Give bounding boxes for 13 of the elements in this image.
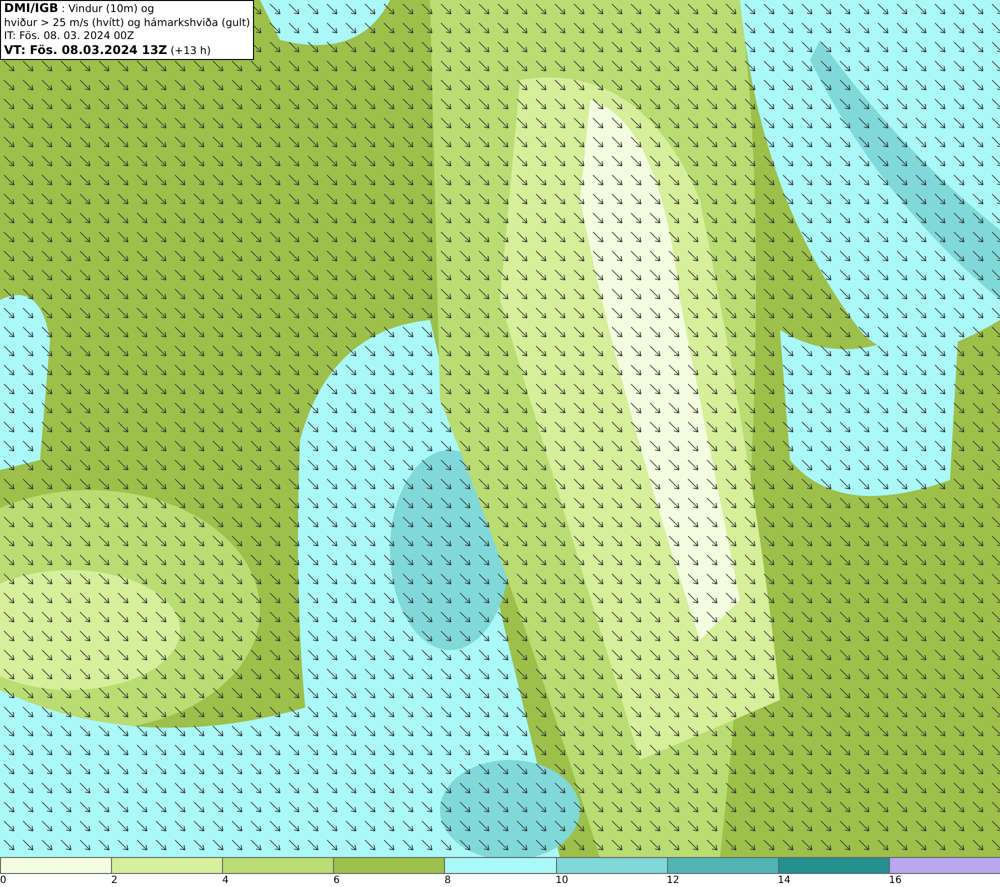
legend-tick-label: 10 [556, 875, 568, 886]
legend-tick-label: 12 [666, 875, 680, 886]
caption-line: DMI/IGB : Vindur (10m) og [4, 2, 156, 16]
legend-tick-label: 8 [444, 875, 451, 886]
caption-line: hviður > 25 m/s (hvítt) og hámarkshviða (gult) [4, 16, 250, 30]
legend-tick-label: 6 [333, 875, 340, 886]
legend-tick-label: 4 [222, 875, 229, 886]
caption-line: VT: Fös. 08.03.2024 13Z (+13 h) [4, 44, 212, 58]
legend-tick-label: 16 [888, 875, 902, 886]
caption-line: IT: Fös. 08. 03. 2024 00Z [4, 30, 136, 44]
legend-tick-label: 0 [0, 875, 6, 886]
legend-tick-label: 2 [111, 875, 118, 886]
legend-tick-label: 14 [778, 875, 790, 886]
